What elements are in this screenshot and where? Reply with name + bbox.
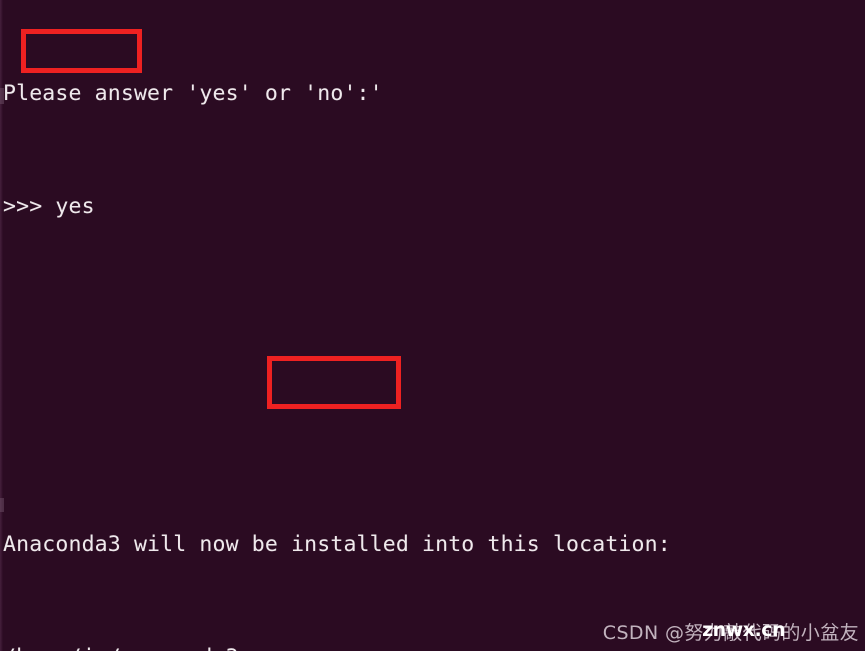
terminal-line-3 bbox=[0, 414, 865, 452]
terminal-line-2 bbox=[0, 301, 865, 339]
watermark-site: znwx.cn bbox=[702, 619, 785, 641]
terminal-line-0: Please answer 'yes' or 'no':' bbox=[3, 81, 383, 107]
terminal-window[interactable]: Please answer 'yes' or 'no':' >>> yes An… bbox=[0, 0, 865, 651]
watermark: CSDN @努力敲代码的小盆友 znwx.cn bbox=[603, 618, 859, 645]
terminal-line-1: >>> yes bbox=[3, 193, 95, 219]
terminal-output[interactable]: Please answer 'yes' or 'no':' >>> yes An… bbox=[0, 0, 865, 651]
terminal-line-4: Anaconda3 will now be installed into thi… bbox=[3, 532, 671, 558]
